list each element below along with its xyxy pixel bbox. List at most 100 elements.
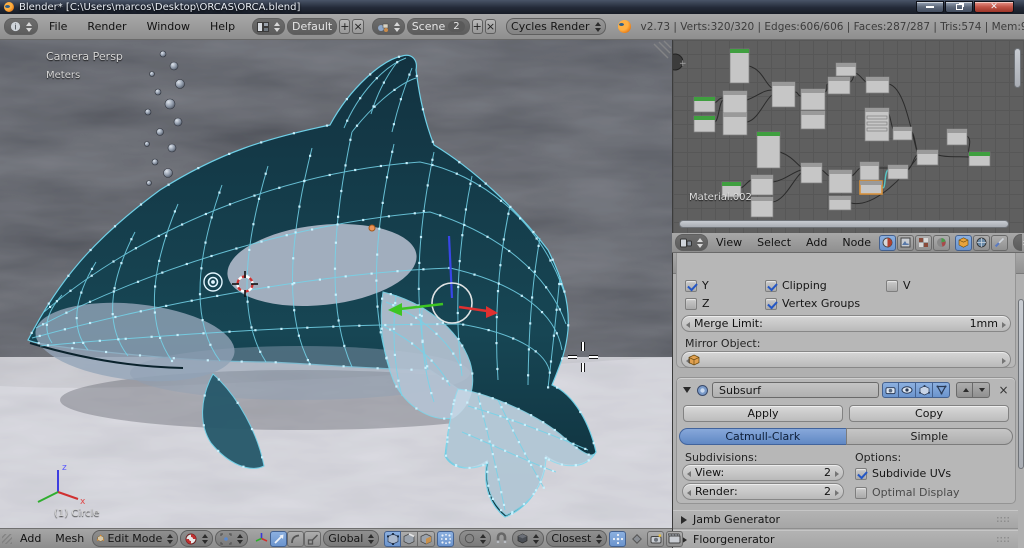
viewport-canvas[interactable]: [data-name="bubbles"] circle { fill:url(… [0,40,672,528]
scene-icon-dropdown[interactable] [372,18,405,35]
linestyle-shader-toggle[interactable] [991,235,1008,251]
node-editor-type-selector[interactable] [675,234,708,251]
manipulator-toggle[interactable] [253,531,270,547]
node-vscrollbar[interactable] [1014,48,1021,88]
viewport-header: Add Mesh Edit Mode Global [0,528,672,548]
subsurf-modifier-panel: Subsurf × Apply Copy Catmull-Clark Simpl… [676,377,1016,504]
subsurf-render-toggle[interactable] [882,382,899,398]
properties-scrollbar[interactable] [1018,299,1024,469]
mirror-texture-v-checkbox[interactable]: V [886,279,911,292]
mirror-object-field[interactable] [681,351,1011,368]
floorgenerator-panel[interactable]: Floorgenerator [673,530,1018,548]
subsurf-cage-toggle[interactable] [933,382,950,398]
proportional-edit-dropdown[interactable] [459,530,491,547]
rotate-manipulator-button[interactable] [287,531,304,547]
vertex-select-button[interactable] [384,531,401,547]
snap-element-dropdown[interactable] [512,530,544,547]
object-shader-toggle[interactable] [955,235,972,251]
menu-mesh[interactable]: Mesh [49,532,90,545]
render-engine-dropdown[interactable]: Cycles Render [506,18,605,35]
pivot-point-dropdown[interactable] [215,530,248,547]
optimal-display-checkbox[interactable]: Optimal Display [855,486,960,499]
selected-node-wire [882,170,888,188]
edge-select-button[interactable] [401,531,418,547]
mirror-axis-y-checkbox[interactable]: Y [685,279,709,292]
face-select-button[interactable] [418,531,435,547]
world-shader-toggle[interactable] [973,235,990,251]
screen-layout-value: Default [292,20,332,33]
subsurf-collapse-arrow[interactable] [683,387,691,393]
mode-dropdown[interactable]: Edit Mode [92,530,178,547]
scene-user-count[interactable]: 2 [448,21,464,32]
panel-grip[interactable] [996,536,1010,543]
node-editor[interactable]: .ng rect { fill:#c6c6c6; stroke:#7e7e7e;… [672,40,1024,233]
opengl-render-still-button[interactable] [647,531,664,547]
plus-icon: + [679,59,687,69]
limit-selection-visible-button[interactable] [437,531,454,547]
node-hscrollbar[interactable] [679,220,1009,228]
shader-nodes-toggle[interactable] [879,235,896,251]
opengl-render-anim-button[interactable] [666,531,683,547]
subdivide-uvs-checkbox[interactable]: Subdivide UVs [855,467,951,480]
snap-peel-toggle[interactable] [609,531,626,547]
menu-render[interactable]: Render [78,20,135,33]
subsurf-eye-toggle[interactable] [899,382,916,398]
simple-option[interactable]: Simple [846,428,1014,445]
subsurf-name-field[interactable]: Subsurf [712,382,879,398]
subsurf-editmode-toggle[interactable] [916,382,933,398]
minimize-button[interactable] [916,1,944,13]
scale-manipulator-button[interactable] [304,531,321,547]
modifier-delete-button[interactable]: × [995,382,1012,398]
transform-orientation-dropdown[interactable]: Global [323,530,379,547]
3d-viewport[interactable]: [data-name="bubbles"] circle { fill:url(… [0,40,672,528]
viewport-shading-dropdown[interactable] [180,530,213,547]
region-grip[interactable] [2,534,12,544]
node-menu-node[interactable]: Node [835,236,878,249]
node-menu-view[interactable]: View [709,236,749,249]
merge-limit-slider[interactable]: Merge Limit: 1mm [681,315,1011,332]
screen-layout-icon-dropdown[interactable] [252,18,285,35]
apply-button[interactable]: Apply [683,405,843,422]
compositing-nodes-toggle[interactable] [915,235,932,251]
delete-screen-button[interactable]: × [352,19,363,34]
mirror-clipping-checkbox[interactable]: Clipping [765,279,827,292]
add-scene-button[interactable]: + [472,19,483,34]
node-graph[interactable]: .ng rect { fill:#c6c6c6; stroke:#7e7e7e;… [673,40,1024,233]
menu-add[interactable]: Add [14,532,47,545]
panel-grip[interactable] [996,516,1010,523]
translate-manipulator-button[interactable] [270,531,287,547]
menu-window[interactable]: Window [138,20,199,33]
view-subdivisions-slider[interactable]: View:2 [682,464,844,481]
material-datablock-selector[interactable]: Material.0 [1013,234,1022,251]
axis-x-label: x [80,497,86,507]
close-button[interactable]: ✕ [974,1,1014,13]
screen-layout-field[interactable]: Default [287,18,337,35]
snap-magnet-toggle[interactable] [493,531,510,547]
render-subdivisions-slider[interactable]: Render:2 [682,483,844,500]
svg-text:i: i [14,22,16,31]
node-menu-select[interactable]: Select [750,236,798,249]
copy-button[interactable]: Copy [849,405,1009,422]
mirror-vertex-groups-checkbox[interactable]: Vertex Groups [765,297,860,310]
catmull-clark-option[interactable]: Catmull-Clark [679,428,846,445]
add-screen-button[interactable]: + [339,19,350,34]
delete-scene-button[interactable]: × [485,19,496,34]
snap-rotation-icon[interactable] [628,531,645,547]
selected-node[interactable] [860,181,882,194]
menu-help[interactable]: Help [201,20,244,33]
texture-nodes-toggle[interactable] [897,235,914,251]
restore-button[interactable] [945,1,973,13]
editor-type-selector[interactable]: i [4,18,38,35]
mirror-axis-z-checkbox[interactable]: Z [685,297,710,310]
axis-z-label: z [62,463,67,473]
menu-file[interactable]: File [40,20,76,33]
units-overlay: Meters [46,70,80,81]
color-wheel-icon[interactable] [933,235,950,251]
modifier-move-down-button[interactable] [973,382,990,398]
snap-target-dropdown[interactable]: Closest [546,530,607,547]
modifier-move-up-button[interactable] [956,382,973,398]
scene-field[interactable]: Scene 2 [407,18,470,35]
node-menu-add[interactable]: Add [799,236,834,249]
jamb-generator-panel[interactable]: Jamb Generator [673,510,1018,529]
info-header: i File Render Window Help Default + × Sc… [0,14,1024,40]
